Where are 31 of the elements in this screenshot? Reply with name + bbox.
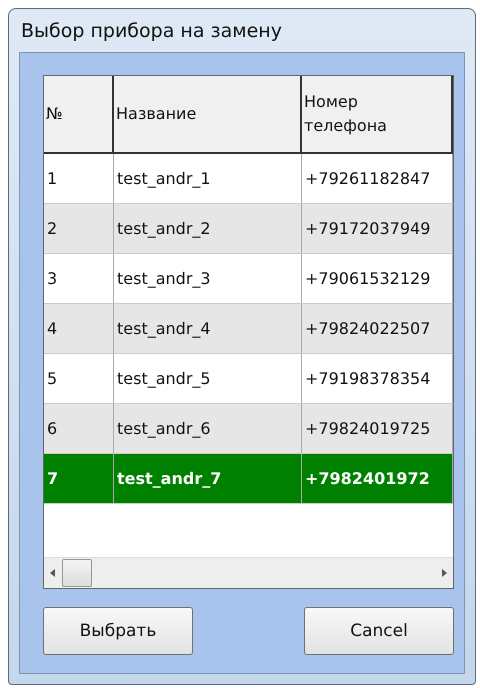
column-header[interactable]: № [44, 76, 114, 154]
table-cell[interactable]: test_andr_2 [114, 204, 302, 254]
select-button[interactable]: Выбрать [43, 607, 193, 655]
table-cell[interactable]: +79172037949 [302, 204, 453, 254]
table-cell[interactable]: 4 [44, 304, 114, 354]
table-cell[interactable]: +79824019725 [302, 404, 453, 454]
table-cell[interactable]: 5 [44, 354, 114, 404]
table-cell[interactable]: test_andr_4 [114, 304, 302, 354]
table-cell[interactable]: 3 [44, 254, 114, 304]
table-cell[interactable]: test_andr_3 [114, 254, 302, 304]
table-cell[interactable]: +79824022507 [302, 304, 453, 354]
horizontal-scrollbar[interactable] [44, 557, 453, 588]
table-cell[interactable]: test_andr_1 [114, 154, 302, 204]
table-cell[interactable]: test_andr_6 [114, 404, 302, 454]
table-cell[interactable]: +79198378354 [302, 354, 453, 404]
cancel-button[interactable]: Cancel [304, 607, 454, 655]
table-cell[interactable]: 1 [44, 154, 114, 204]
left-arrow-icon[interactable] [50, 569, 56, 577]
table-cell[interactable]: +7982401972 [302, 454, 453, 504]
table-cell[interactable]: test_andr_7 [114, 454, 302, 504]
table-cell[interactable]: 6 [44, 404, 114, 454]
table-cell[interactable]: 7 [44, 454, 114, 504]
table-cell[interactable]: 2 [44, 204, 114, 254]
column-header[interactable]: Название [114, 76, 302, 154]
column-header[interactable]: Номер телефона [302, 76, 453, 154]
table-cell[interactable]: +79061532129 [302, 254, 453, 304]
window-title: Выбор прибора на замену [20, 18, 283, 44]
table-cell[interactable]: test_andr_5 [114, 354, 302, 404]
right-arrow-icon[interactable] [441, 569, 447, 577]
table-cell[interactable]: +79261182847 [302, 154, 453, 204]
scrollbar-thumb[interactable] [62, 559, 92, 587]
